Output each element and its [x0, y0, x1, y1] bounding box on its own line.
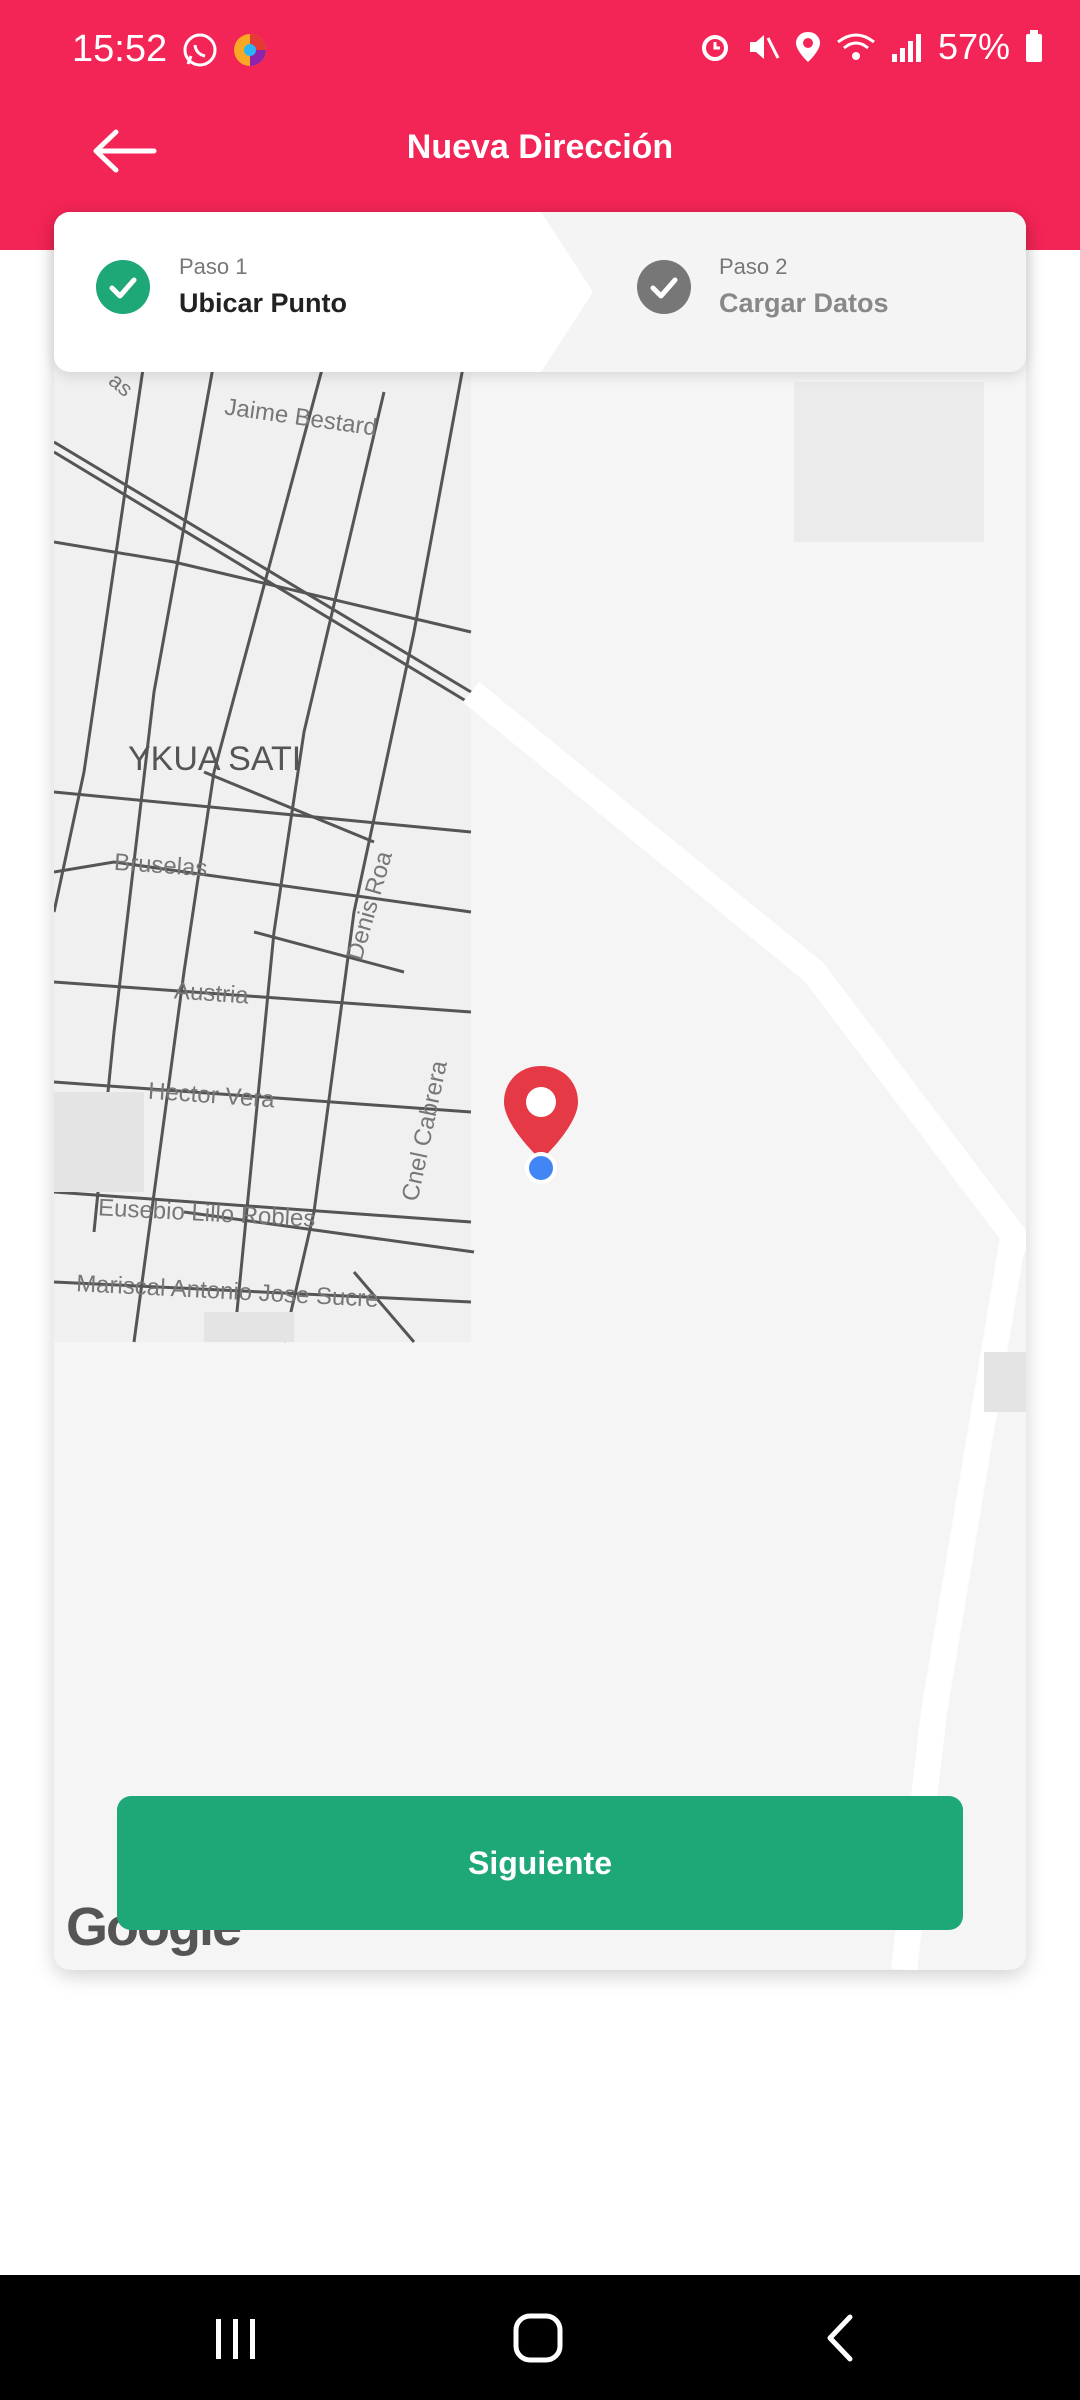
step-1-title: Ubicar Punto	[179, 288, 348, 318]
step-1-check-icon	[96, 260, 150, 314]
step-2: Paso 2 Cargar Datos	[541, 212, 1026, 372]
step-2-label: Paso 2	[719, 254, 788, 279]
colorful-app-icon	[234, 34, 266, 66]
map-pin-icon	[504, 1066, 578, 1184]
map-label-ykua-sati: YKUA SATI	[128, 740, 302, 778]
step-2-check-icon	[637, 260, 691, 314]
step-1-label: Paso 1	[179, 254, 248, 279]
status-left-icons	[180, 30, 270, 70]
next-button[interactable]: Siguiente	[117, 1796, 963, 1930]
alarm-icon	[701, 35, 728, 61]
whatsapp-icon	[183, 33, 217, 67]
step-indicator: Paso 2 Cargar Datos Paso 1 Ubicar Punto	[54, 212, 1026, 372]
back-nav-icon[interactable]	[812, 2313, 872, 2363]
status-time: 15:52	[72, 28, 168, 70]
page-title: Nueva Dirección	[406, 128, 674, 166]
battery-icon	[1026, 30, 1042, 62]
signal-icon	[891, 34, 921, 62]
mute-icon	[749, 35, 780, 59]
step-2-title: Cargar Datos	[719, 288, 889, 318]
recent-apps-icon[interactable]	[206, 2313, 266, 2363]
map-label-austria: Austria	[173, 977, 250, 1010]
home-icon[interactable]	[508, 2313, 568, 2363]
battery-text: 57%	[937, 26, 1010, 67]
system-nav-bar	[0, 2275, 1080, 2400]
location-icon	[795, 32, 820, 62]
status-right: 57%	[698, 26, 1044, 68]
step-1: Paso 1 Ubicar Punto	[54, 212, 541, 372]
wifi-icon	[837, 33, 875, 60]
